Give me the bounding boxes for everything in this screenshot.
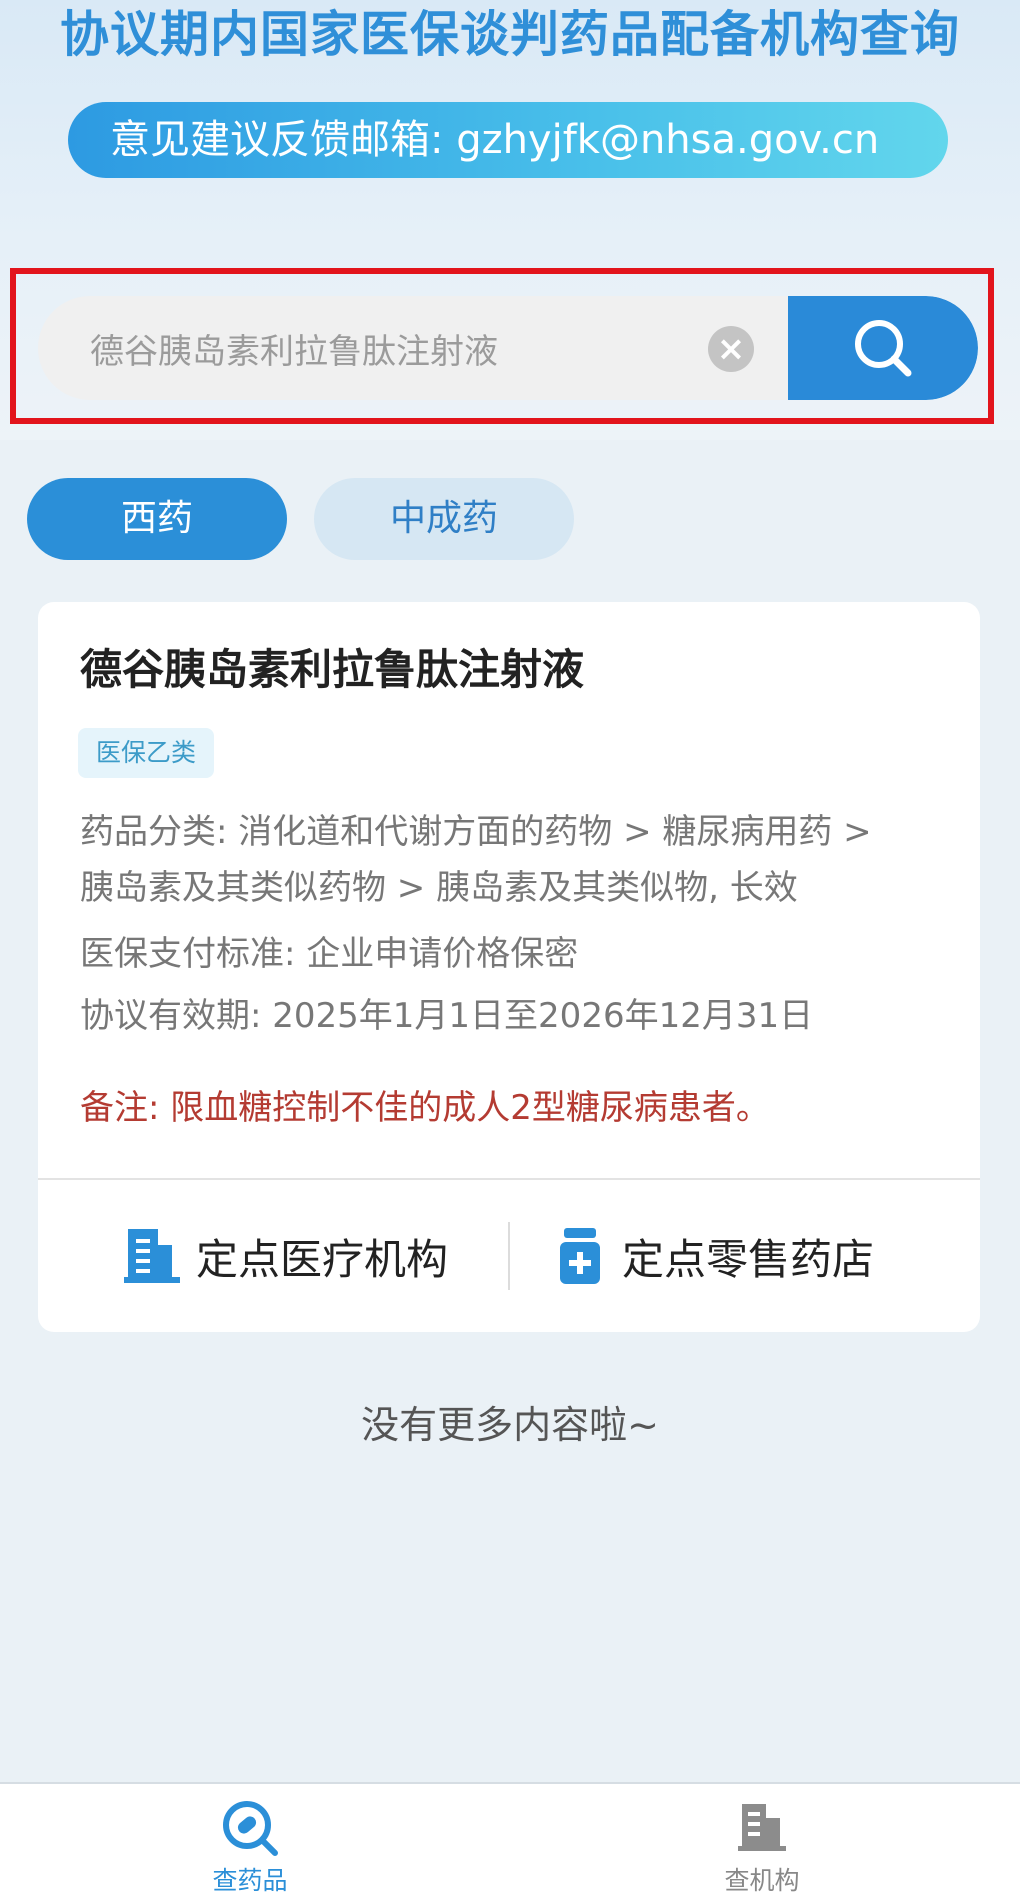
nav-search-institutions[interactable]: 查机构 bbox=[662, 1784, 862, 1900]
nav-search-drugs[interactable]: 查药品 bbox=[150, 1784, 350, 1900]
nav-search-drugs-label: 查药品 bbox=[212, 1866, 288, 1895]
designated-pharmacies-button[interactable]: 定点零售药店 bbox=[558, 1180, 874, 1332]
nav-search-institutions-label: 查机构 bbox=[724, 1866, 800, 1895]
tab-western-medicine[interactable]: 西药 bbox=[27, 478, 287, 560]
hospital-building-icon bbox=[124, 1229, 180, 1283]
list-end-message: 没有更多内容啦~ bbox=[361, 1403, 659, 1447]
designated-pharmacies-label: 定点零售药店 bbox=[622, 1234, 875, 1284]
designated-hospitals-button[interactable]: 定点医疗机构 bbox=[124, 1180, 448, 1332]
payment-standard: 医保支付标准: 企业申请价格保密 bbox=[80, 934, 579, 974]
bottom-navigation: 查药品 查机构 bbox=[0, 1782, 1020, 1900]
clear-icon[interactable]: × bbox=[708, 326, 754, 372]
page-title: 协议期内国家医保谈判药品配备机构查询 bbox=[59, 6, 960, 63]
agreement-validity: 协议有效期: 2025年1月1日至2026年12月31日 bbox=[80, 996, 814, 1036]
drug-remark: 备注: 限血糖控制不佳的成人2型糖尿病患者。 bbox=[80, 1088, 770, 1128]
medicine-bottle-icon bbox=[560, 1228, 600, 1284]
designated-hospitals-label: 定点医疗机构 bbox=[196, 1234, 449, 1284]
search-input[interactable] bbox=[90, 296, 710, 400]
drug-card: 德谷胰岛素利拉鲁肽注射液 医保乙类 药品分类: 消化道和代谢方面的药物 > 糖尿… bbox=[38, 602, 980, 1332]
search-button[interactable] bbox=[788, 296, 978, 400]
insurance-category-badge: 医保乙类 bbox=[78, 728, 215, 778]
action-separator bbox=[508, 1222, 510, 1290]
drug-name: 德谷胰岛素利拉鲁肽注射液 bbox=[80, 645, 585, 694]
building-icon bbox=[738, 1804, 786, 1851]
feedback-email-text: 意见建议反馈邮箱: gzhyjfk@nhsa.gov.cn bbox=[110, 117, 880, 163]
search-icon bbox=[855, 320, 912, 377]
tab-chinese-patent-medicine[interactable]: 中成药 bbox=[314, 478, 574, 560]
feedback-email-banner[interactable]: 意见建议反馈邮箱: gzhyjfk@nhsa.gov.cn bbox=[68, 102, 948, 178]
search-bar: × bbox=[38, 296, 978, 400]
drug-category-line-1: 药品分类: 消化道和代谢方面的药物 > 糖尿病用药 > bbox=[80, 812, 872, 852]
pill-search-icon bbox=[223, 1801, 278, 1856]
drug-category-line-2: 胰岛素及其类似药物 > 胰岛素及其类似物, 长效 bbox=[80, 868, 798, 908]
app-page: 协议期内国家医保谈判药品配备机构查询 意见建议反馈邮箱: gzhyjfk@nhs… bbox=[0, 0, 1020, 1900]
